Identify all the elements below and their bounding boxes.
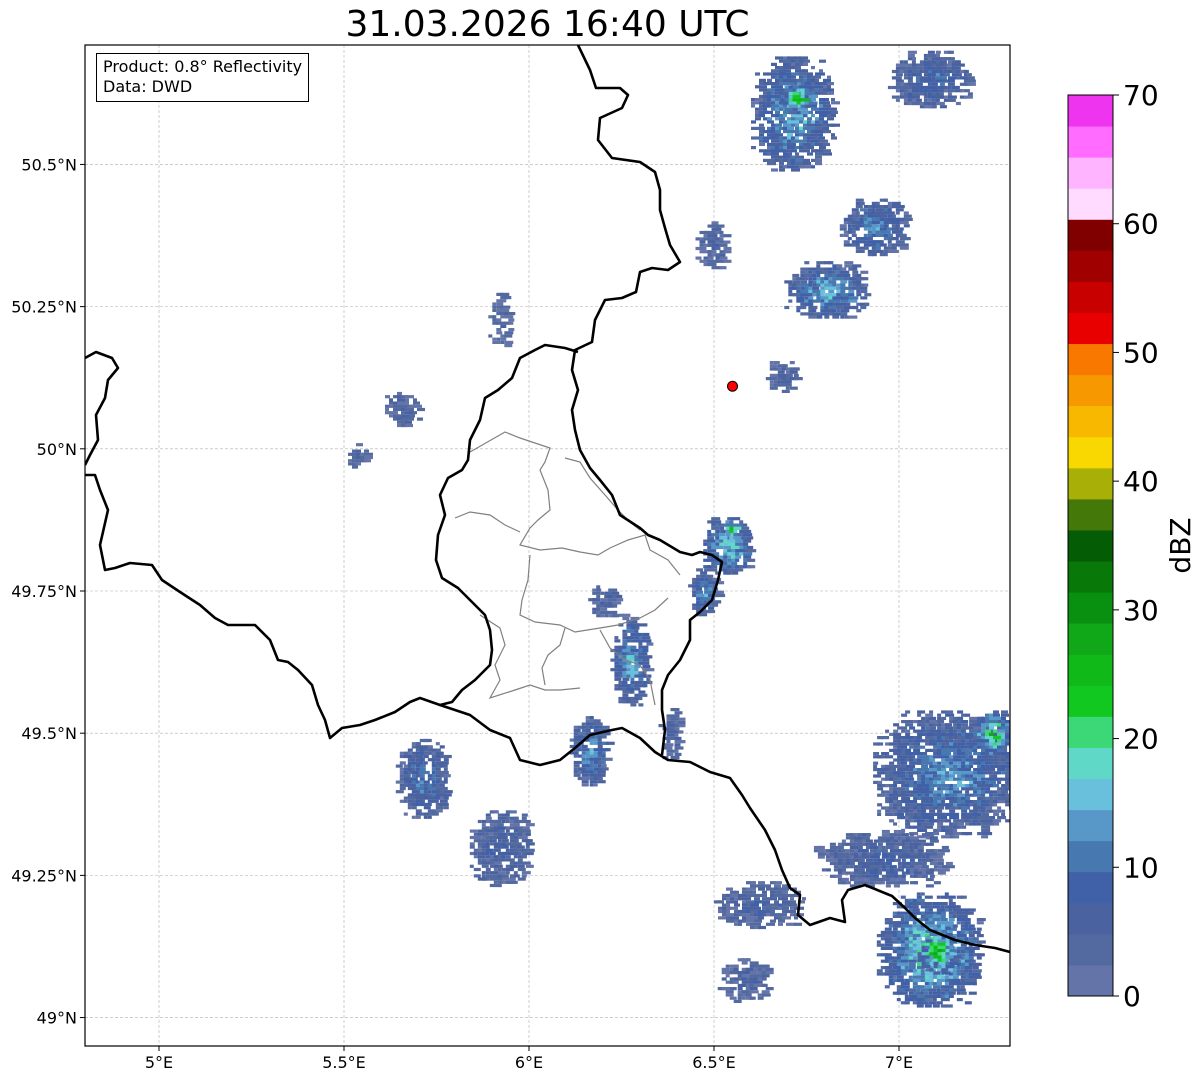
- colorbar-tick-label: 20: [1123, 723, 1159, 756]
- colorbar-tick-label: 10: [1123, 851, 1159, 884]
- plot-background: [85, 45, 1010, 1046]
- y-tick-label: 49.25°N: [11, 866, 77, 885]
- colorbar-segment: [1068, 498, 1113, 531]
- colorbar: 0 10 20 30 40 50 60 70 dBZ: [1067, 79, 1197, 1013]
- y-tick-label: 49°N: [37, 1009, 77, 1028]
- y-tick-label: 50°N: [37, 440, 77, 459]
- colorbar-segment: [1068, 840, 1113, 873]
- y-tick-label: 49.75°N: [11, 582, 77, 601]
- radar-site-marker: [727, 380, 738, 392]
- colorbar-segment: [1068, 623, 1113, 655]
- colorbar-segment: [1068, 871, 1113, 904]
- x-tick-label: 5°E: [145, 1053, 173, 1072]
- colorbar-tick-label: 40: [1123, 465, 1159, 498]
- colorbar-segment: [1068, 343, 1113, 376]
- x-tick-label: 7°E: [885, 1053, 913, 1072]
- radar-site-dot: [727, 380, 738, 392]
- echo-cell: [469, 810, 535, 888]
- colorbar-tick-label: 70: [1123, 79, 1159, 112]
- colorbar-segment: [1068, 405, 1113, 438]
- y-tick-label: 50.25°N: [11, 298, 77, 317]
- x-tick-label: 6°E: [515, 1053, 543, 1072]
- colorbar-segment: [1068, 747, 1113, 780]
- colorbar-tick-label: 50: [1123, 336, 1159, 369]
- colorbar-segment: [1068, 964, 1113, 997]
- colorbar-segment: [1068, 592, 1113, 624]
- colorbar-segment: [1068, 312, 1113, 345]
- colorbar-segment: [1068, 250, 1113, 282]
- colorbar-segment: [1068, 685, 1113, 717]
- colorbar-segment: [1068, 933, 1113, 966]
- colorbar-tick-label: 30: [1123, 594, 1159, 627]
- x-tick-label: 5.5°E: [322, 1053, 366, 1072]
- radar-map: 5°E 5.5°E 6°E 6.5°E 7°E 49°N 49.25°N 49.5°N 49.7…: [11, 44, 1197, 1072]
- colorbar-segment: [1068, 467, 1113, 500]
- product-label: Product: 0.8° Reflectivity: [103, 57, 303, 76]
- product-info-box: Product: 0.8° Reflectivity Data: DWD: [96, 53, 310, 102]
- y-tick-label: 49.5°N: [21, 724, 77, 743]
- colorbar-segment: [1068, 281, 1113, 313]
- colorbar-segment: [1068, 188, 1113, 220]
- colorbar-unit-label: dBZ: [1164, 517, 1197, 573]
- colorbar-segment: [1068, 529, 1113, 562]
- colorbar-segment: [1068, 126, 1113, 158]
- colorbar-segment: [1068, 436, 1113, 469]
- colorbar-segment: [1068, 716, 1113, 748]
- colorbar-segment: [1068, 95, 1113, 127]
- colorbar-segment: [1068, 157, 1113, 189]
- colorbar-tick-label: 60: [1123, 208, 1159, 241]
- colorbar-segment: [1068, 902, 1113, 935]
- colorbar-tick-label: 0: [1123, 980, 1141, 1013]
- colorbar-segment: [1068, 374, 1113, 407]
- colorbar-segment: [1068, 561, 1113, 593]
- colorbar-segment: [1068, 654, 1113, 686]
- y-tick-label: 50.5°N: [21, 155, 77, 174]
- x-tick-label: 6.5°E: [692, 1053, 736, 1072]
- colorbar-segment: [1068, 809, 1113, 842]
- data-source-label: Data: DWD: [103, 77, 193, 96]
- colorbar-segment: [1068, 219, 1113, 251]
- colorbar-segment: [1068, 778, 1113, 811]
